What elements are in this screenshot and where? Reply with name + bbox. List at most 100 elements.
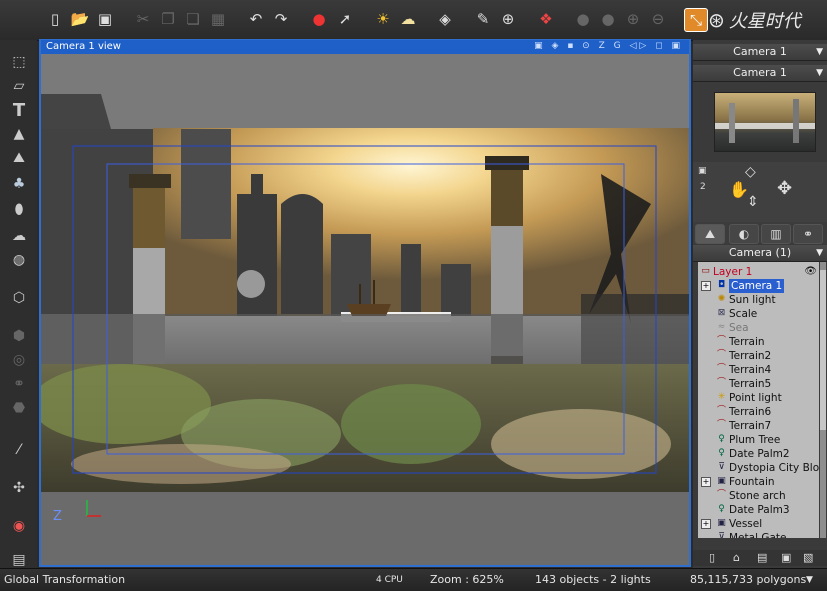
tree-row[interactable]: ⌒ Terrain4 <box>698 363 819 377</box>
group-icon[interactable]: ⬣ <box>8 398 30 418</box>
render-icon[interactable]: ● <box>308 8 330 30</box>
boolean-icon[interactable]: ⬢ <box>8 326 30 346</box>
edit-material-icon[interactable]: ✎ <box>472 8 494 30</box>
new-item-icon[interactable]: ▯ <box>709 551 715 564</box>
camera-select-label: Camera 1 <box>733 45 787 58</box>
tree-row-label: Metal Gate <box>729 532 787 538</box>
rock-icon[interactable]: ⬮ <box>8 200 30 220</box>
clouds-icon[interactable]: ☁ <box>397 8 419 30</box>
tree-row-label: Dystopia City Block <box>729 462 819 474</box>
tree-row[interactable]: ⊽ Metal Gate <box>698 531 819 538</box>
expand-toggle-icon[interactable]: + <box>701 519 711 529</box>
main-toolbar: ▯ 📂 ▣ ✂ ❐ ❏ ▦ ↶ ↷ ● ➚ ☀ ☁ ◈ ✎ ⊕ ❖ ● ● ⊕ … <box>0 0 827 41</box>
symmetry-icon[interactable]: ⚭ <box>8 374 30 394</box>
new-file-icon[interactable]: ▯ <box>44 8 66 30</box>
delete-item-icon[interactable]: ⌂ <box>733 551 740 564</box>
material-sphere-icon[interactable]: ◉ <box>8 516 30 536</box>
planet-icon[interactable]: ◍ <box>8 250 30 270</box>
tree-row-label: Layer 1 <box>713 266 753 278</box>
tree-row[interactable]: ⌒ Terrain2 <box>698 349 819 363</box>
open-file-icon[interactable]: 📂 <box>69 8 91 30</box>
cloud-icon[interactable]: ☁ <box>8 226 30 246</box>
select-icon[interactable]: ⬚ <box>8 52 30 72</box>
scene-tree: ▭ Layer 1 👁 + ◘ Camera 1 ✺ Sun light ⊠ Scale ≈ Sea ⌒… <box>698 262 819 538</box>
viewport-title-icons[interactable]: ▣ ◈ ▪ ⊙ Z G ◁▷ ◻ ▣ <box>534 41 683 51</box>
tree-row[interactable]: ≈ Sea <box>698 321 819 335</box>
terrain-icon: ⌒ <box>716 406 726 416</box>
tree-row[interactable]: ⊽ Dystopia City Block <box>698 461 819 475</box>
tree-row[interactable]: ⌒ Terrain6 <box>698 405 819 419</box>
expand-toggle-icon[interactable]: + <box>701 281 711 291</box>
wand-icon[interactable]: ⁄ <box>8 440 30 460</box>
render-area-icon[interactable]: ➚ <box>334 8 356 30</box>
visibility-eye-icon[interactable]: 👁 <box>804 265 817 279</box>
tree-row[interactable]: + ◘ Camera 1 <box>698 279 819 293</box>
chevron-down-icon[interactable]: ▼ <box>806 575 813 585</box>
expand-toggle-icon[interactable]: + <box>701 477 711 487</box>
atmosphere-icon[interactable]: ☀ <box>372 8 394 30</box>
camera-viewport-scene[interactable]: Z <box>41 54 689 565</box>
tree-row[interactable]: ♀ Date Palm2 <box>698 447 819 461</box>
tree-row[interactable]: ⌒ Terrain5 <box>698 377 819 391</box>
tab-objects-icon[interactable]: ⛰ <box>695 224 725 244</box>
dot-icon-1[interactable]: ● <box>572 8 594 30</box>
minus-icon[interactable]: ⊖ <box>647 8 669 30</box>
camera-select[interactable]: Camera 1 ▼ <box>693 44 827 61</box>
terrain-icon[interactable]: ▲ <box>8 124 30 144</box>
tree-row[interactable]: + ▣ Fountain <box>698 475 819 489</box>
camera-icon: ◘ <box>717 280 726 290</box>
cut-icon[interactable]: ✂ <box>132 8 154 30</box>
zoom-diamond-icon[interactable]: ◇ <box>745 164 756 180</box>
object-editor-icon[interactable]: ◈ <box>434 8 456 30</box>
save-view-icon[interactable]: ▣ <box>698 166 707 176</box>
undo-icon[interactable]: ↶ <box>245 8 267 30</box>
layer-icon[interactable]: ▤ <box>757 551 767 564</box>
save-icon[interactable]: ▣ <box>94 8 116 30</box>
view-number[interactable]: 2 <box>700 182 706 192</box>
tree-bottom-toolbar: ▯ ⌂ ▤ ▣ ▧ <box>693 550 827 566</box>
tree-row[interactable]: ▭ Layer 1 👁 <box>698 265 819 279</box>
terrain2-icon[interactable]: ⛰ <box>8 148 30 168</box>
plus-icon[interactable]: ⊕ <box>622 8 644 30</box>
tree-icon: ♀ <box>718 448 725 458</box>
delete-icon[interactable]: ▦ <box>207 8 229 30</box>
redo-icon[interactable]: ↷ <box>270 8 292 30</box>
dot-icon-2[interactable]: ● <box>597 8 619 30</box>
plant-icon[interactable]: ♣ <box>8 174 30 194</box>
tree-row[interactable]: ✺ Sun light <box>698 293 819 307</box>
layout-icon[interactable]: ⤡ <box>684 8 708 32</box>
tree-row[interactable]: + ▣ Vessel <box>698 517 819 531</box>
tree-row[interactable]: ♀ Plum Tree <box>698 433 819 447</box>
tree-row-label: Sun light <box>729 294 776 306</box>
color-picker-icon[interactable]: ⊕ <box>497 8 519 30</box>
terrain-icon: ⌒ <box>716 378 726 388</box>
tab-materials-icon[interactable]: ◐ <box>729 224 759 244</box>
plane-icon[interactable]: ▱ <box>8 76 30 96</box>
camera-preview-thumbnail[interactable] <box>714 92 816 152</box>
copy-icon[interactable]: ❐ <box>157 8 179 30</box>
layers-icon[interactable]: ▤ <box>8 550 30 570</box>
link-item-icon[interactable]: ▧ <box>803 551 813 564</box>
tab-columns-icon[interactable]: ▥ <box>761 224 791 244</box>
paste-icon[interactable]: ❏ <box>182 8 204 30</box>
rotate-camera-icon[interactable]: ✥ <box>777 178 792 199</box>
dolly-arrow-icon[interactable]: ⇕ <box>747 194 759 210</box>
tab-links-icon[interactable]: ⚭ <box>793 224 823 244</box>
group-item-icon[interactable]: ▣ <box>781 551 791 564</box>
pan-hand-icon[interactable]: ✋ <box>729 180 749 199</box>
color-swatches-icon[interactable]: ❖ <box>535 8 557 30</box>
tree-scrollbar[interactable] <box>820 262 826 538</box>
text-icon[interactable]: T <box>8 100 30 121</box>
tree-row[interactable]: ⌒ Terrain7 <box>698 419 819 433</box>
tree-row[interactable]: ⊠ Scale <box>698 307 819 321</box>
cube-icon[interactable]: ⬡ <box>8 288 30 308</box>
tree-row[interactable]: ♀ Date Palm3 <box>698 503 819 517</box>
metablob-icon[interactable]: ◎ <box>8 350 30 370</box>
rotate-icon[interactable]: ✣ <box>8 478 30 498</box>
tree-row[interactable]: ✳ Point light <box>698 391 819 405</box>
tree-row[interactable]: ⌒ Terrain <box>698 335 819 349</box>
tree-row[interactable]: ⌒ Stone arch <box>698 489 819 503</box>
tree-row-label: Terrain6 <box>729 406 772 418</box>
tree-tabs: ⛰ ◐ ▥ ⚭ <box>693 222 827 244</box>
camera-preview-header[interactable]: Camera 1 ▼ <box>693 65 827 82</box>
